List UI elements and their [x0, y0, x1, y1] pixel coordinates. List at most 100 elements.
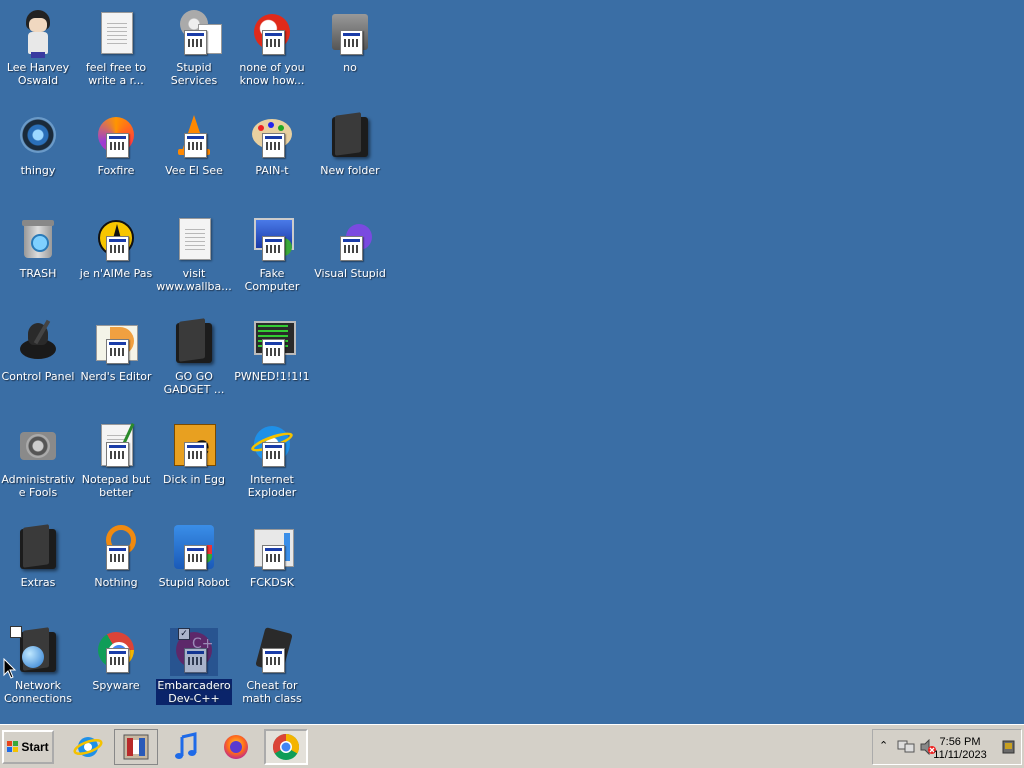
system-tray: ⌃ 7:56 PM 11/11/2023 [872, 729, 1022, 765]
clock[interactable]: 7:56 PM 11/11/2023 [925, 736, 995, 762]
chrome-icon [92, 628, 140, 676]
desktop-icon-visual-stupid[interactable]: Visual Stupid [312, 210, 388, 308]
desktop-icon-nothing[interactable]: Nothing [78, 519, 154, 617]
desktop-icon-label: feel free to write a r... [85, 61, 147, 87]
desktop-icon-label: FCKDSK [250, 576, 294, 589]
desktop-icon-label: Visual Stupid [314, 267, 386, 280]
admin-tools-icon [14, 422, 62, 470]
desktop-icon-label: GO GO GADGET ... [163, 370, 225, 396]
clock-time: 7:56 PM [939, 736, 981, 748]
desktop-icon-label: PAIN-t [255, 164, 289, 177]
desktop-icon-label: Nothing [94, 576, 138, 589]
show-hidden-icons-chevron-icon[interactable]: ⌃ [879, 739, 888, 752]
desktop-icon-spyware[interactable]: Spyware [78, 622, 154, 720]
start-label: Start [21, 740, 49, 754]
desktop-icon-label: Nerd's Editor [80, 370, 152, 383]
desktop-icon-pain-t[interactable]: PAIN-t [234, 107, 310, 205]
robot-shield-icon [170, 525, 218, 573]
recycle-bin-icon [14, 216, 62, 264]
checkbox-icon[interactable] [10, 626, 22, 638]
orange-ring-icon [92, 525, 140, 573]
desktop-icon-label: no [343, 61, 357, 74]
desktop-icon-thingy[interactable]: thingy [0, 107, 76, 205]
vlc-cone-icon [170, 113, 218, 161]
desktop-icon-extras[interactable]: Extras [0, 519, 76, 617]
windows-logo-icon [7, 741, 19, 753]
notepad-plus-icon [92, 319, 140, 367]
taskbar-music-button[interactable] [164, 729, 208, 765]
text-document-icon [92, 10, 140, 58]
desktop-icon-dick-in-egg[interactable]: e Dick in Egg [156, 416, 232, 514]
text-document-icon [170, 216, 218, 264]
desktop-icon-label: Network Connections [4, 679, 72, 705]
e-editor-icon: e [170, 422, 218, 470]
desktop-icon-nerds-editor[interactable]: Nerd's Editor [78, 313, 154, 411]
folder-icon [170, 319, 218, 367]
desktop-icon-label: Spyware [92, 679, 140, 692]
network-status-icon[interactable] [897, 739, 915, 755]
desktop-icon-fake-computer[interactable]: Fake Computer [234, 210, 310, 308]
desktop-icon-label: Embarcadero Dev-C++ [156, 679, 232, 705]
desktop-icon-fckdsk[interactable]: FCKDSK [234, 519, 310, 617]
box-icon [326, 10, 374, 58]
desktop-icon-notepad-but-better[interactable]: Notepad but better [78, 416, 154, 514]
firefox-icon [224, 735, 248, 759]
desktop-icon-label: Stupid Services [170, 61, 218, 87]
desktop-icon-stupid-services[interactable]: Stupid Services [156, 4, 232, 102]
chrome-icon [272, 733, 300, 760]
desktop-icon-new-folder[interactable]: New folder [312, 107, 388, 205]
desktop-icon-foxfire[interactable]: Foxfire [78, 107, 154, 205]
desktop-icon-go-go-gadget[interactable]: GO GO GADGET ... [156, 313, 232, 411]
taskbar-internet-explorer-button[interactable] [66, 729, 110, 765]
desktop-icon-administrative-fools[interactable]: Administrative Fools [0, 416, 76, 514]
action-center-flag-icon[interactable] [1001, 739, 1017, 755]
webcam-icon [14, 113, 62, 161]
desktop-icon-pwned[interactable]: PWNED!1!1!1 [234, 313, 310, 411]
desktop-icon-label: Foxfire [97, 164, 135, 177]
desktop-icon-label: Dick in Egg [163, 473, 225, 486]
desktop-icon-label: je n'AIMe Pas [79, 267, 153, 280]
desktop-icon-trash[interactable]: TRASH [0, 210, 76, 308]
desktop-icon-internet-exploder[interactable]: Internet Exploder [234, 416, 310, 514]
desktop-icon-label: TRASH [19, 267, 57, 280]
control-panel-icon [14, 319, 62, 367]
desktop-icon-label: Extras [20, 576, 56, 589]
desktop-icon-vee-el-see[interactable]: Vee El See [156, 107, 232, 205]
desktop-icon-label: Notepad but better [81, 473, 151, 499]
desktop-icon-lee-harvey-oswald[interactable]: Lee Harvey Oswald [0, 4, 76, 102]
mouse-cursor-icon [3, 658, 17, 679]
desktop[interactable]: Lee Harvey Oswald thingy TRASH Control P… [0, 0, 1024, 724]
desktop-icon-label: PWNED!1!1!1 [234, 370, 310, 383]
taskbar: Start ⌃ 7:56 PM 11/11/2023 [0, 724, 1024, 768]
visual-studio-icon [326, 216, 374, 264]
desktop-icon-label: Cheat for math class [242, 679, 302, 705]
desktop-icon-none-of-you[interactable]: none of you know how... [234, 4, 310, 102]
character-icon [14, 10, 62, 58]
internet-explorer-icon [73, 737, 103, 757]
desktop-icon-no[interactable]: no [312, 4, 388, 102]
firefox-icon [92, 113, 140, 161]
desktop-icon-label: Administrative Fools [1, 473, 75, 499]
taskbar-chrome-button[interactable] [264, 729, 308, 765]
desktop-icon-je-naime-pas[interactable]: je n'AIMe Pas [78, 210, 154, 308]
checkbox-checked-icon[interactable]: ✓ [178, 628, 190, 640]
desktop-icon-control-panel[interactable]: Control Panel [0, 313, 76, 411]
desktop-icon-embarcadero-devcpp[interactable]: C+ ✓ Embarcadero Dev-C++ [156, 622, 232, 720]
remote-desktop-icon [248, 216, 296, 264]
desktop-icon-visit-wallba[interactable]: visit www.wallba... [156, 210, 232, 308]
desktop-icon-label: visit www.wallba... [156, 267, 232, 293]
taskbar-firefox-button[interactable] [214, 729, 258, 765]
start-button[interactable]: Start [2, 730, 54, 764]
network-folder-icon [10, 626, 62, 676]
taskbar-film-strip-button[interactable] [114, 729, 158, 765]
desktop-icon-cheat-for-math-class[interactable]: Cheat for math class [234, 622, 310, 720]
desktop-icon-label: Lee Harvey Oswald [6, 61, 70, 87]
desktop-icon-stupid-robot[interactable]: Stupid Robot [156, 519, 232, 617]
desktop-icon-label: thingy [20, 164, 56, 177]
desktop-icon-feel-free[interactable]: feel free to write a r... [78, 4, 154, 102]
terminal-icon [248, 319, 296, 367]
music-note-icon [175, 732, 197, 759]
clock-date: 11/11/2023 [933, 749, 987, 761]
desktop-icon-label: Stupid Robot [158, 576, 230, 589]
disk-check-icon [248, 525, 296, 573]
